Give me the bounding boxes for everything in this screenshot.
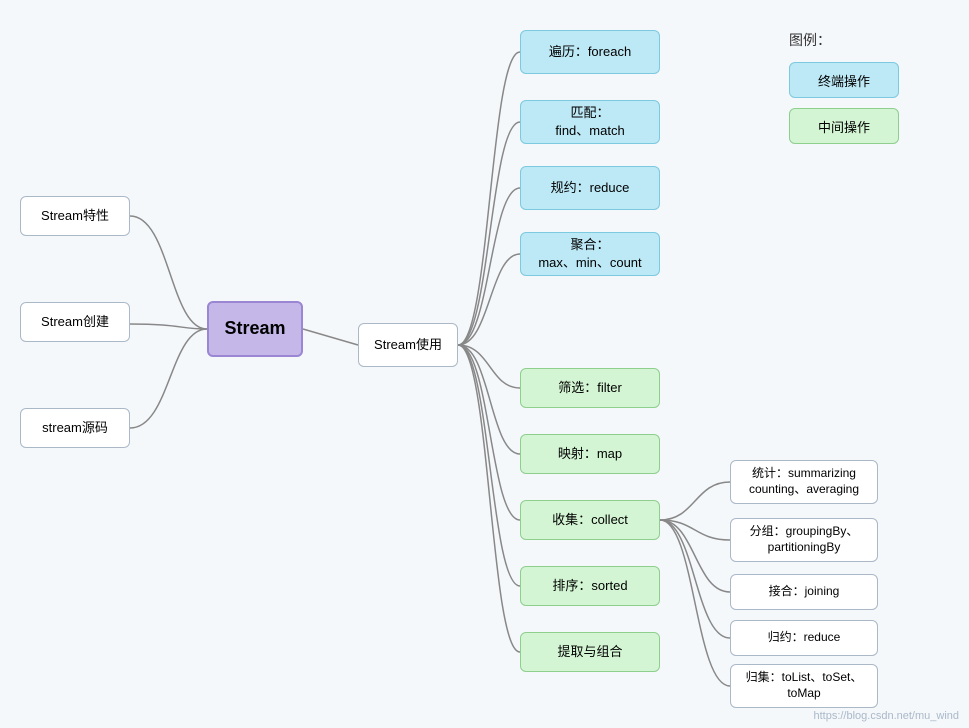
node-stream-center: Stream: [207, 301, 303, 357]
node-stream-use: Stream使用: [358, 323, 458, 367]
node-foreach: 遍历：foreach: [520, 30, 660, 74]
node-sorted: 排序：sorted: [520, 566, 660, 606]
watermark: https://blog.csdn.net/mu_wind: [813, 710, 959, 722]
node-reduce2: 归约：reduce: [730, 620, 878, 656]
node-stat: 统计：summarizing counting、averaging: [730, 460, 878, 504]
node-joining: 接合：joining: [730, 574, 878, 610]
legend: 图例： 终端操作 中间操作: [789, 30, 919, 154]
node-group: 分组：groupingBy、 partitioningBy: [730, 518, 878, 562]
diagram-container: Stream Stream特性 Stream创建 stream源码 Stream…: [0, 0, 969, 728]
node-tolist: 归集：toList、toSet、 toMap: [730, 664, 878, 708]
legend-title: 图例：: [789, 30, 919, 50]
node-collect-top: 聚合： max、min、count: [520, 232, 660, 276]
node-reduce: 规约：reduce: [520, 166, 660, 210]
node-stream-trait: Stream特性: [20, 196, 130, 236]
node-map: 映射：map: [520, 434, 660, 474]
node-filter: 筛选：filter: [520, 368, 660, 408]
legend-intermediate-item: 中间操作: [789, 108, 899, 144]
node-extract: 提取与组合: [520, 632, 660, 672]
node-stream-create: Stream创建: [20, 302, 130, 342]
node-find: 匹配： find、match: [520, 100, 660, 144]
legend-terminal-item: 终端操作: [789, 62, 899, 98]
node-stream-source: stream源码: [20, 408, 130, 448]
node-collect: 收集：collect: [520, 500, 660, 540]
